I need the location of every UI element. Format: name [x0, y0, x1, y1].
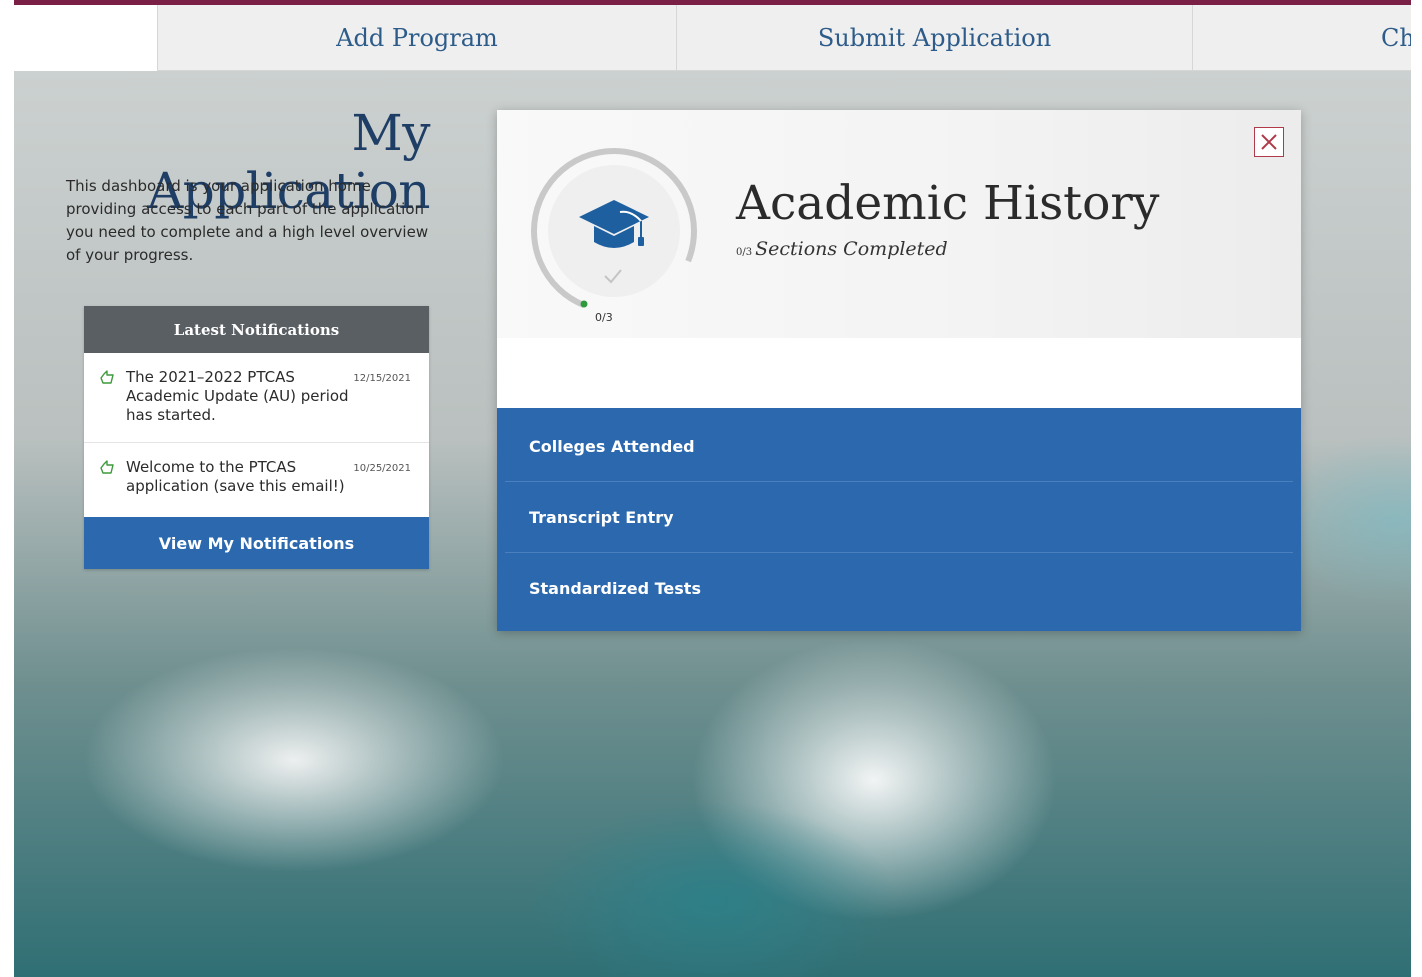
sections-completed-count: 0/3: [736, 247, 753, 258]
close-button[interactable]: [1254, 127, 1284, 157]
sections-completed-text: Sections Completed: [755, 238, 948, 260]
notification-item[interactable]: The 2021–2022 PTCAS Academic Update (AU)…: [84, 353, 429, 443]
tab-add-program[interactable]: Add Program: [157, 5, 676, 71]
thumbs-up-icon: [100, 460, 114, 474]
notification-text: The 2021–2022 PTCAS Academic Update (AU)…: [126, 368, 349, 424]
progress-start-dot: [580, 300, 588, 308]
section-transcript-entry[interactable]: Transcript Entry: [505, 482, 1293, 553]
academic-history-modal: 0/3 Academic History 0/3 Sections Complet…: [497, 110, 1301, 631]
thumbs-up-icon: [100, 370, 114, 384]
notification-item[interactable]: Welcome to the PTCAS application (save t…: [84, 443, 429, 517]
progress-ring: [531, 148, 697, 314]
modal-title: Academic History: [736, 176, 1160, 231]
page-description: This dashboard is your application home …: [66, 177, 429, 264]
top-nav: Add Program Submit Application Ch: [14, 5, 1411, 71]
progress-label: 0/3: [595, 311, 613, 324]
section-list: Colleges Attended Transcript Entry Stand…: [497, 408, 1301, 631]
sections-completed-status: 0/3 Sections Completed: [736, 238, 948, 260]
section-standardized-tests[interactable]: Standardized Tests: [505, 553, 1293, 623]
tab-submit-application[interactable]: Submit Application: [676, 5, 1192, 71]
notifications-header: Latest Notifications: [84, 306, 429, 353]
close-icon: [1261, 134, 1277, 150]
view-notifications-button[interactable]: View My Notifications: [84, 517, 429, 569]
notifications-panel: Latest Notifications The 2021–2022 PTCAS…: [84, 306, 429, 569]
tab-check-status[interactable]: Ch: [1192, 5, 1411, 71]
notification-date: 12/15/2021: [353, 373, 411, 384]
notification-text: Welcome to the PTCAS application (save t…: [126, 458, 345, 495]
page-background: Add Program Submit Application Ch My App…: [14, 0, 1411, 977]
section-colleges-attended[interactable]: Colleges Attended: [505, 411, 1293, 482]
notification-date: 10/25/2021: [353, 463, 411, 474]
